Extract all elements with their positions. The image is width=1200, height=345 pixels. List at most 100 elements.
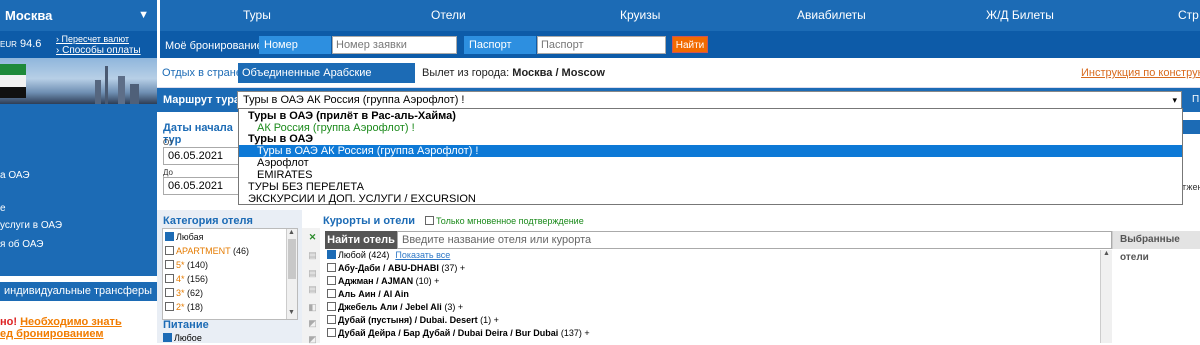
city-selector[interactable]: Москва ▼ xyxy=(0,0,157,31)
thumb-icon[interactable]: ◩ xyxy=(307,334,318,345)
instruction-link[interactable]: Инструкция по конструктор xyxy=(1081,67,1200,79)
resort-row[interactable]: Джебель Али / Jebel Ali (3) + xyxy=(327,302,463,313)
age-icon[interactable]: ◧ xyxy=(307,302,318,313)
dropdown-option[interactable]: ЭКСКУРСИИ И ДОП. УСЛУГИ / EXCURSION xyxy=(239,193,1182,205)
checkbox-icon[interactable] xyxy=(165,302,174,311)
category-title: Категория отеля xyxy=(163,215,253,227)
resort-row[interactable]: Дубай (пустыня) / Dubai. Desert (1) + xyxy=(327,315,499,326)
booking-bar: Моё бронирование Номер заявки Номер заяв… xyxy=(157,31,1200,69)
sidebar-item[interactable]: я об ОАЭ xyxy=(0,239,43,250)
country-select[interactable]: Объединенные Арабские Эмираты ▾ xyxy=(238,63,415,99)
checkbox-icon[interactable] xyxy=(327,302,336,311)
chevron-down-icon: ▾ xyxy=(1172,95,1177,105)
checkbox-icon[interactable] xyxy=(165,274,174,283)
sidebar-item[interactable]: е xyxy=(0,203,6,214)
category-item[interactable]: Любая xyxy=(165,232,203,243)
dropdown-option[interactable]: Аэрофлот xyxy=(239,157,1182,169)
right-panel-text: тжен xyxy=(1182,182,1200,192)
nav-flights[interactable]: Авиабилеты xyxy=(797,0,866,31)
route-dropdown-list: Туры в ОАЭ (прилёт в Рас-аль-Хайма) АК Р… xyxy=(238,108,1183,205)
country-row: Отдых в стране Объединенные Арабские Эми… xyxy=(157,58,1200,99)
resort-row[interactable]: Дубай Дейра / Бар Дубай / Dubai Deira / … xyxy=(327,328,590,339)
sidebar-menu: а ОАЭ е услуги в ОАЭ я об ОАЭ xyxy=(0,104,157,276)
currency-bar: EUR 94.6 › Пересчет валют › Способы опла… xyxy=(0,31,157,58)
category-item[interactable]: 5* (140) xyxy=(165,260,208,271)
city-label: Москва xyxy=(5,8,53,23)
warning-notice[interactable]: но! Необходимо знать ед бронированием xyxy=(0,316,157,340)
payment-methods-link[interactable]: › Способы оплаты xyxy=(56,45,141,56)
route-select[interactable]: Туры в ОАЭ АК Россия (группа Аэрофлот) !… xyxy=(237,91,1182,109)
my-booking-label: Моё бронирование xyxy=(165,40,263,52)
checkbox-icon[interactable] xyxy=(327,263,336,272)
chevron-down-icon: ▼ xyxy=(138,9,149,21)
date-from-input[interactable]: 06.05.2021 xyxy=(163,147,241,165)
checkbox-icon[interactable] xyxy=(327,289,336,298)
dropdown-group: Туры в ОАЭ xyxy=(248,133,314,145)
uae-flag-icon xyxy=(0,64,26,98)
checkbox-checked-icon[interactable] xyxy=(165,232,174,241)
selected-hotels-header: Выбранные отели xyxy=(1112,231,1200,263)
resort-scrollbar[interactable]: ▲ xyxy=(1100,250,1112,343)
route-label: Маршрут тура xyxy=(163,94,241,106)
filter-icon[interactable]: ▤ xyxy=(307,250,318,261)
checkbox-icon[interactable] xyxy=(165,246,174,255)
resort-any-row[interactable]: Любой (424) Показать все xyxy=(327,250,450,261)
category-item[interactable]: APARTMENT (46) xyxy=(165,246,249,257)
find-button[interactable]: Найти xyxy=(672,36,708,53)
hotel-search-input[interactable]: Введите название отеля или курорта xyxy=(397,231,1112,249)
resort-list: Любой (424) Показать все Абу-Даби / ABU-D… xyxy=(325,250,1112,343)
nav-tours[interactable]: Туры xyxy=(243,0,271,31)
resort-row[interactable]: Аль Аин / Al Ain xyxy=(327,289,409,300)
checkbox-icon[interactable] xyxy=(425,216,434,225)
scroll-up-icon[interactable]: ▲ xyxy=(1103,250,1110,257)
checkbox-icon[interactable] xyxy=(327,315,336,324)
find-hotel-label: Найти отель xyxy=(325,231,397,249)
dates-title: Даты начала тур xyxy=(163,122,233,146)
checkbox-icon[interactable] xyxy=(165,260,174,269)
dropdown-option[interactable]: ТУРЫ БЕЗ ПЕРЕЛЕТА xyxy=(239,181,1182,193)
resort-row[interactable]: Аджман / AJMAN (10) + xyxy=(327,276,439,287)
nav-rail[interactable]: Ж/Д Билеты xyxy=(986,0,1054,31)
recalc-currency-link[interactable]: › Пересчет валют xyxy=(56,34,129,44)
filter-icon[interactable]: ▤ xyxy=(307,268,318,279)
rest-country-label: Отдых в стране xyxy=(162,67,242,79)
nav-hotels[interactable]: Отели xyxy=(431,0,466,31)
checkbox-icon[interactable] xyxy=(327,328,336,337)
scroll-up-icon[interactable]: ▲ xyxy=(288,229,295,236)
dropdown-option-selected[interactable]: Туры в ОАЭ АК Россия (группа Аэрофлот) ! xyxy=(239,145,1182,157)
sidebar-item[interactable]: услуги в ОАЭ xyxy=(0,220,62,231)
checkbox-checked-icon[interactable] xyxy=(327,250,336,259)
resorts-panel: Курорты и отели Только мгновенное подтве… xyxy=(320,210,1200,343)
order-number-input[interactable]: Номер заявки xyxy=(332,36,457,54)
filter-icon[interactable]: ▤ xyxy=(307,284,318,295)
passport-input[interactable]: Паспорт xyxy=(537,36,666,54)
meal-item[interactable]: Любое xyxy=(163,333,202,343)
category-scrollbar[interactable]: ▲ ▼ xyxy=(286,229,297,319)
close-x-icon[interactable]: ✕ xyxy=(307,232,318,243)
thumb-icon[interactable]: ◩ xyxy=(307,318,318,329)
category-item[interactable]: 3* (62) xyxy=(165,288,203,299)
category-item[interactable]: 2* (18) xyxy=(165,302,203,313)
right-panel-header xyxy=(1180,120,1200,134)
resorts-title: Курорты и отели xyxy=(323,215,416,227)
checkbox-icon[interactable] xyxy=(327,276,336,285)
nav-cruises[interactable]: Круизы xyxy=(620,0,660,31)
hotel-category-panel: Категория отеля Любая APARTMENT (46) 5* … xyxy=(157,210,302,343)
route-side-label: П xyxy=(1192,94,1200,105)
checkbox-icon[interactable] xyxy=(165,288,174,297)
category-item[interactable]: 4* (156) xyxy=(165,274,208,285)
currency-rate: EUR 94.6 xyxy=(0,38,42,50)
resort-row[interactable]: Абу-Даби / ABU-DHABI (37) + xyxy=(327,263,465,274)
sidebar-item[interactable]: а ОАЭ xyxy=(0,170,30,181)
transfers-link[interactable]: индивидуальные трансферы xyxy=(0,282,157,301)
dates-panel: Даты начала тур От 06.05.2021 До 06.05.2… xyxy=(157,112,241,204)
checkbox-checked-icon[interactable] xyxy=(163,333,172,342)
nav-insurance[interactable]: Стр xyxy=(1178,0,1199,31)
instant-confirm-option[interactable]: Только мгновенное подтверждение xyxy=(425,216,584,226)
dropdown-option[interactable]: EMIRATES xyxy=(239,169,1182,181)
date-to-input[interactable]: 06.05.2021 xyxy=(163,177,241,195)
scroll-down-icon[interactable]: ▼ xyxy=(288,309,295,316)
dubai-skyline-image xyxy=(0,58,157,104)
show-all-link[interactable]: Показать все xyxy=(395,250,450,260)
category-list: Любая APARTMENT (46) 5* (140) 4* (156) 3… xyxy=(162,228,298,320)
